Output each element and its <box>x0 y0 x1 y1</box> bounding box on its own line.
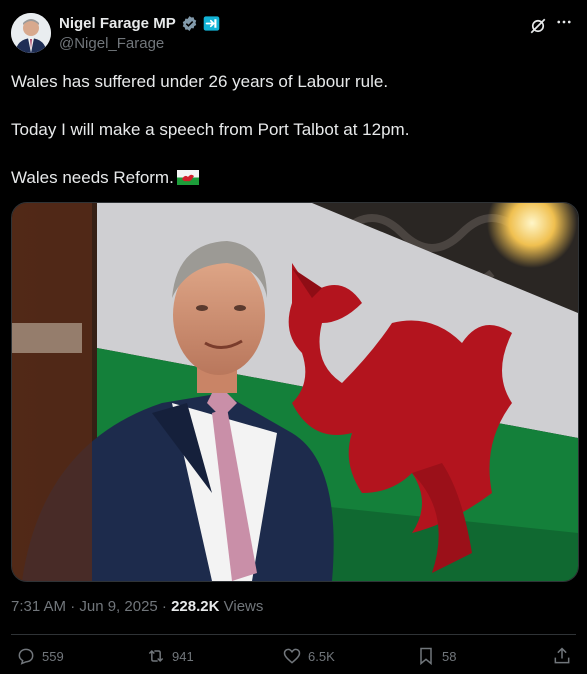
affiliate-badge-icon[interactable] <box>203 15 220 32</box>
tweet-meta: 7:31 AM · Jun 9, 2025 · 228.2K Views <box>11 598 263 615</box>
repost-button[interactable]: 941 <box>146 646 194 666</box>
name-row: Nigel Farage MP <box>59 15 220 32</box>
share-icon <box>554 647 570 664</box>
reply-icon <box>18 648 34 665</box>
repost-count: 941 <box>172 648 194 664</box>
action-bar: 559 941 6.5K 58 <box>16 646 573 670</box>
verified-badge-icon[interactable] <box>181 15 198 32</box>
like-icon <box>283 648 301 664</box>
divider <box>11 634 576 635</box>
tweet-line-3-text: Wales needs Reform. <box>11 168 174 187</box>
grok-icon[interactable] <box>529 17 547 35</box>
reply-count: 559 <box>42 648 64 664</box>
like-button[interactable]: 6.5K <box>282 646 335 666</box>
timestamp[interactable]: 7:31 AM · Jun 9, 2025 · <box>11 598 171 615</box>
author-name[interactable]: Nigel Farage MP <box>59 15 176 32</box>
tweet-line-3: Wales needs Reform. <box>11 167 576 191</box>
tweet-image[interactable] <box>11 202 579 582</box>
welsh-flag-emoji <box>176 169 199 191</box>
views-count: 228.2K <box>171 598 220 615</box>
more-icon[interactable] <box>555 13 573 36</box>
views-label: Views <box>219 598 264 615</box>
bookmark-button[interactable]: 58 <box>416 646 456 666</box>
reply-button[interactable]: 559 <box>16 646 64 666</box>
like-count: 6.5K <box>308 648 335 664</box>
bookmark-icon <box>420 647 432 666</box>
avatar[interactable] <box>11 13 51 53</box>
tweet-text: Wales has suffered under 26 years of Lab… <box>11 71 576 191</box>
tweet-line-2: Today I will make a speech from Port Tal… <box>11 120 410 139</box>
tweet-header: Nigel Farage MP @Nigel_Farage <box>11 13 575 55</box>
author-handle[interactable]: @Nigel_Farage <box>59 35 164 52</box>
tweet-line-1: Wales has suffered under 26 years of Lab… <box>11 72 389 91</box>
repost-icon <box>148 649 164 663</box>
bookmark-count: 58 <box>442 648 457 664</box>
share-button[interactable] <box>552 646 572 666</box>
